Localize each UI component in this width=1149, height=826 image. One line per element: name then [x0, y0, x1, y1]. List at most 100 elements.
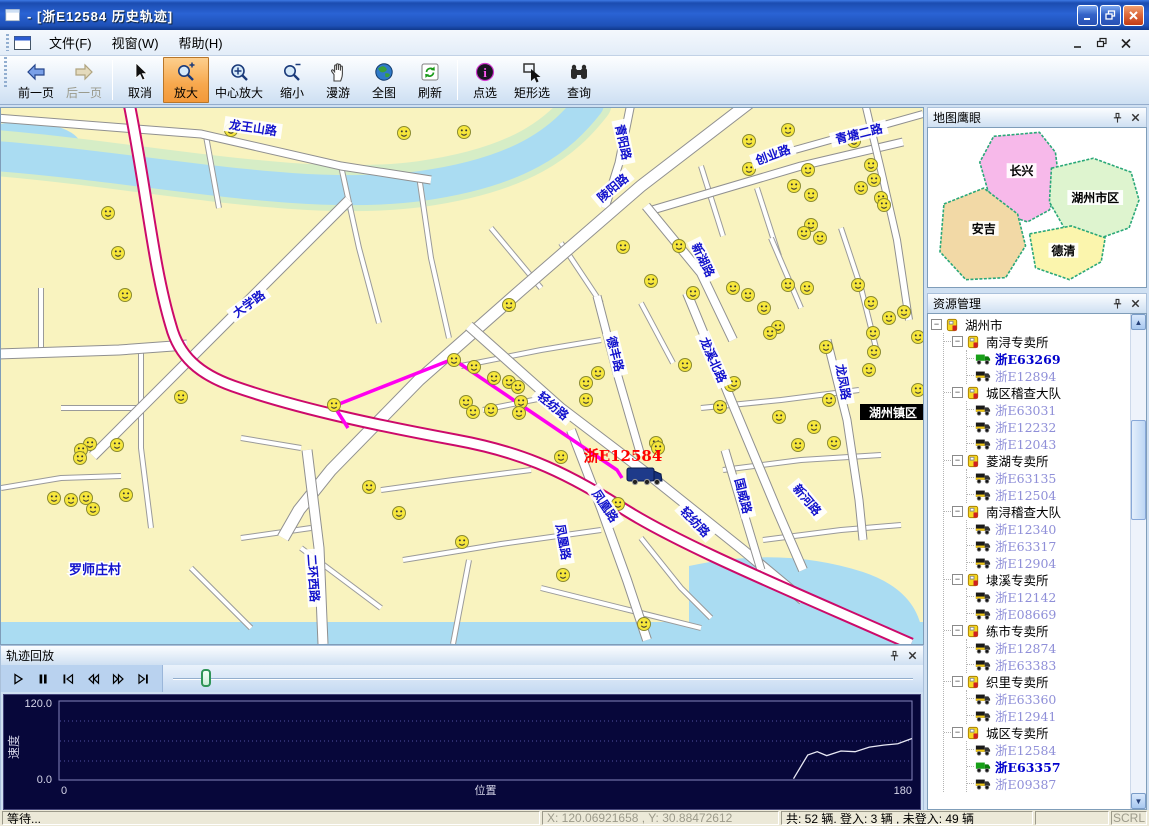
- toolbar-arrow-left-button[interactable]: 前一页: [12, 57, 60, 103]
- tree-root-huzhou[interactable]: −湖州市: [928, 316, 1130, 333]
- scroll-down-button[interactable]: ▼: [1131, 793, 1146, 809]
- tree-group-0[interactable]: −南浔专卖所: [944, 333, 1130, 350]
- tree-vehicle-浙E63317[interactable]: 浙E63317: [967, 537, 1130, 554]
- toolbar-label: 放大: [174, 84, 198, 101]
- tree-vehicle-浙E63357[interactable]: 浙E63357: [967, 758, 1130, 775]
- tree-group-7[interactable]: −城区专卖所: [944, 724, 1130, 741]
- toolbar-label: 矩形选: [514, 84, 550, 101]
- toolbar-zoom-in-button[interactable]: 放大: [163, 57, 209, 103]
- menu-item-1[interactable]: 视窗(W): [102, 30, 169, 55]
- mdi-close-button[interactable]: [1119, 36, 1133, 49]
- tree-vehicle-浙E12232[interactable]: 浙E12232: [967, 418, 1130, 435]
- scroll-up-button[interactable]: ▲: [1131, 314, 1146, 330]
- slider-track[interactable]: [173, 678, 913, 680]
- truck-icon: [975, 777, 991, 791]
- truck-icon: [975, 641, 991, 655]
- expander-icon[interactable]: −: [952, 455, 963, 466]
- toolbar-label: 取消: [128, 84, 152, 101]
- expander-icon[interactable]: −: [952, 676, 963, 687]
- toolbar-hand-button[interactable]: 漫游: [315, 57, 361, 103]
- tree-vehicle-浙E12874[interactable]: 浙E12874: [967, 639, 1130, 656]
- mdi-minimize-button[interactable]: [1071, 36, 1085, 49]
- expander-icon[interactable]: −: [952, 574, 963, 585]
- mdi-restore-button[interactable]: [1095, 36, 1109, 49]
- toolbar-binoculars-button[interactable]: 查询: [556, 57, 602, 103]
- tree-group-4[interactable]: −埭溪专卖所: [944, 571, 1130, 588]
- resources-panel-header: 资源管理: [927, 293, 1147, 313]
- tree-vehicle-浙E63269[interactable]: 浙E63269: [967, 350, 1130, 367]
- toolbar-globe-button[interactable]: 全图: [361, 57, 407, 103]
- smiley-marker: [458, 126, 471, 139]
- toolbar-label: 查询: [567, 84, 591, 101]
- smiley-marker: [74, 452, 87, 465]
- rewind-button[interactable]: [82, 669, 104, 689]
- pause-button[interactable]: [32, 669, 54, 689]
- close-panel-icon[interactable]: [1130, 112, 1141, 123]
- tree-vehicle-浙E12504[interactable]: 浙E12504: [967, 486, 1130, 503]
- tree-vehicle-浙E63135[interactable]: 浙E63135: [967, 469, 1130, 486]
- map-canvas[interactable]: 龙王山路青阳路陵阳路创业路青塘二路新湖路大学路德丰路龙溪北路轻纺路轻纺路凤凰路凤…: [0, 107, 924, 645]
- tree-scrollbar[interactable]: ▲ ▼: [1130, 314, 1146, 809]
- toolbar-cursor-button[interactable]: 取消: [117, 57, 163, 103]
- step-end-button[interactable]: [132, 669, 154, 689]
- tree-group-3[interactable]: −南浔稽查大队: [944, 503, 1130, 520]
- tree-group-2[interactable]: −菱湖专卖所: [944, 452, 1130, 469]
- tree-vehicle-浙E12894[interactable]: 浙E12894: [967, 367, 1130, 384]
- expander-icon[interactable]: −: [952, 506, 963, 517]
- close-panel-icon[interactable]: [1130, 298, 1141, 309]
- menu-item-0[interactable]: 文件(F): [39, 30, 102, 55]
- step-start-button[interactable]: [57, 669, 79, 689]
- tree-vehicle-浙E08669[interactable]: 浙E08669: [967, 605, 1130, 622]
- expander-icon[interactable]: −: [952, 336, 963, 347]
- truck-icon: [975, 692, 991, 706]
- speed-chart: 120.00.00位置180速度: [3, 694, 921, 810]
- tree-vehicle-浙E12142[interactable]: 浙E12142: [967, 588, 1130, 605]
- slider-thumb[interactable]: [201, 669, 211, 687]
- tree-vehicle-浙E63360[interactable]: 浙E63360: [967, 690, 1130, 707]
- expander-icon[interactable]: −: [931, 319, 942, 330]
- pin-icon[interactable]: [889, 650, 900, 662]
- toolbar-grip[interactable]: [4, 57, 7, 89]
- restore-button[interactable]: [1100, 5, 1121, 26]
- window-title: - [浙E12584 历史轨迹]: [27, 6, 173, 25]
- play-button[interactable]: [7, 669, 29, 689]
- depot-icon: [966, 335, 981, 349]
- tree-vehicle-浙E09387[interactable]: 浙E09387: [967, 775, 1130, 792]
- smiley-marker: [828, 437, 841, 450]
- tree-vehicle-浙E12904[interactable]: 浙E12904: [967, 554, 1130, 571]
- toolbar-zoom-center-button[interactable]: 中心放大: [209, 57, 269, 103]
- menubar-grip[interactable]: [6, 34, 9, 52]
- pin-icon[interactable]: [1112, 298, 1123, 310]
- tree-vehicle-浙E63383[interactable]: 浙E63383: [967, 656, 1130, 673]
- tree-group-5[interactable]: −练市专卖所: [944, 622, 1130, 639]
- fast-forward-button[interactable]: [107, 669, 129, 689]
- eagle-overview-map[interactable]: 长兴湖州市区安吉德清: [927, 127, 1147, 288]
- tree-vehicle-浙E12340[interactable]: 浙E12340: [967, 520, 1130, 537]
- tree-vehicle-浙E12941[interactable]: 浙E12941: [967, 707, 1130, 724]
- expander-icon[interactable]: −: [952, 387, 963, 398]
- truck-icon: [975, 607, 991, 621]
- toolbar-refresh-button[interactable]: 刷新: [407, 57, 453, 103]
- toolbar-rect-select-button[interactable]: 矩形选: [508, 57, 556, 103]
- tree-vehicle-浙E12043[interactable]: 浙E12043: [967, 435, 1130, 452]
- tree-vehicle-浙E63031[interactable]: 浙E63031: [967, 401, 1130, 418]
- menu-item-2[interactable]: 帮助(H): [169, 30, 233, 55]
- expander-icon[interactable]: −: [952, 727, 963, 738]
- close-panel-icon[interactable]: [907, 650, 918, 661]
- close-button[interactable]: [1123, 5, 1144, 26]
- rewind-icon: [86, 672, 100, 686]
- rect-select-icon: [521, 61, 543, 83]
- toolbar-info-button[interactable]: i点选: [462, 57, 508, 103]
- toolbar-zoom-out-button[interactable]: 缩小: [269, 57, 315, 103]
- tree-vehicle-浙E12584[interactable]: 浙E12584: [967, 741, 1130, 758]
- playback-slider[interactable]: [163, 665, 923, 692]
- scroll-thumb[interactable]: [1131, 420, 1146, 520]
- vehicle-label: 浙E09387: [995, 774, 1056, 793]
- tree-group-1[interactable]: −城区稽查大队: [944, 384, 1130, 401]
- minimize-button[interactable]: [1077, 5, 1098, 26]
- expander-icon[interactable]: −: [952, 625, 963, 636]
- tree-group-6[interactable]: −织里专卖所: [944, 673, 1130, 690]
- x-tick-max: 180: [894, 785, 912, 797]
- pin-icon[interactable]: [1112, 112, 1123, 124]
- toolbar-arrow-right-button[interactable]: 后一页: [60, 57, 108, 103]
